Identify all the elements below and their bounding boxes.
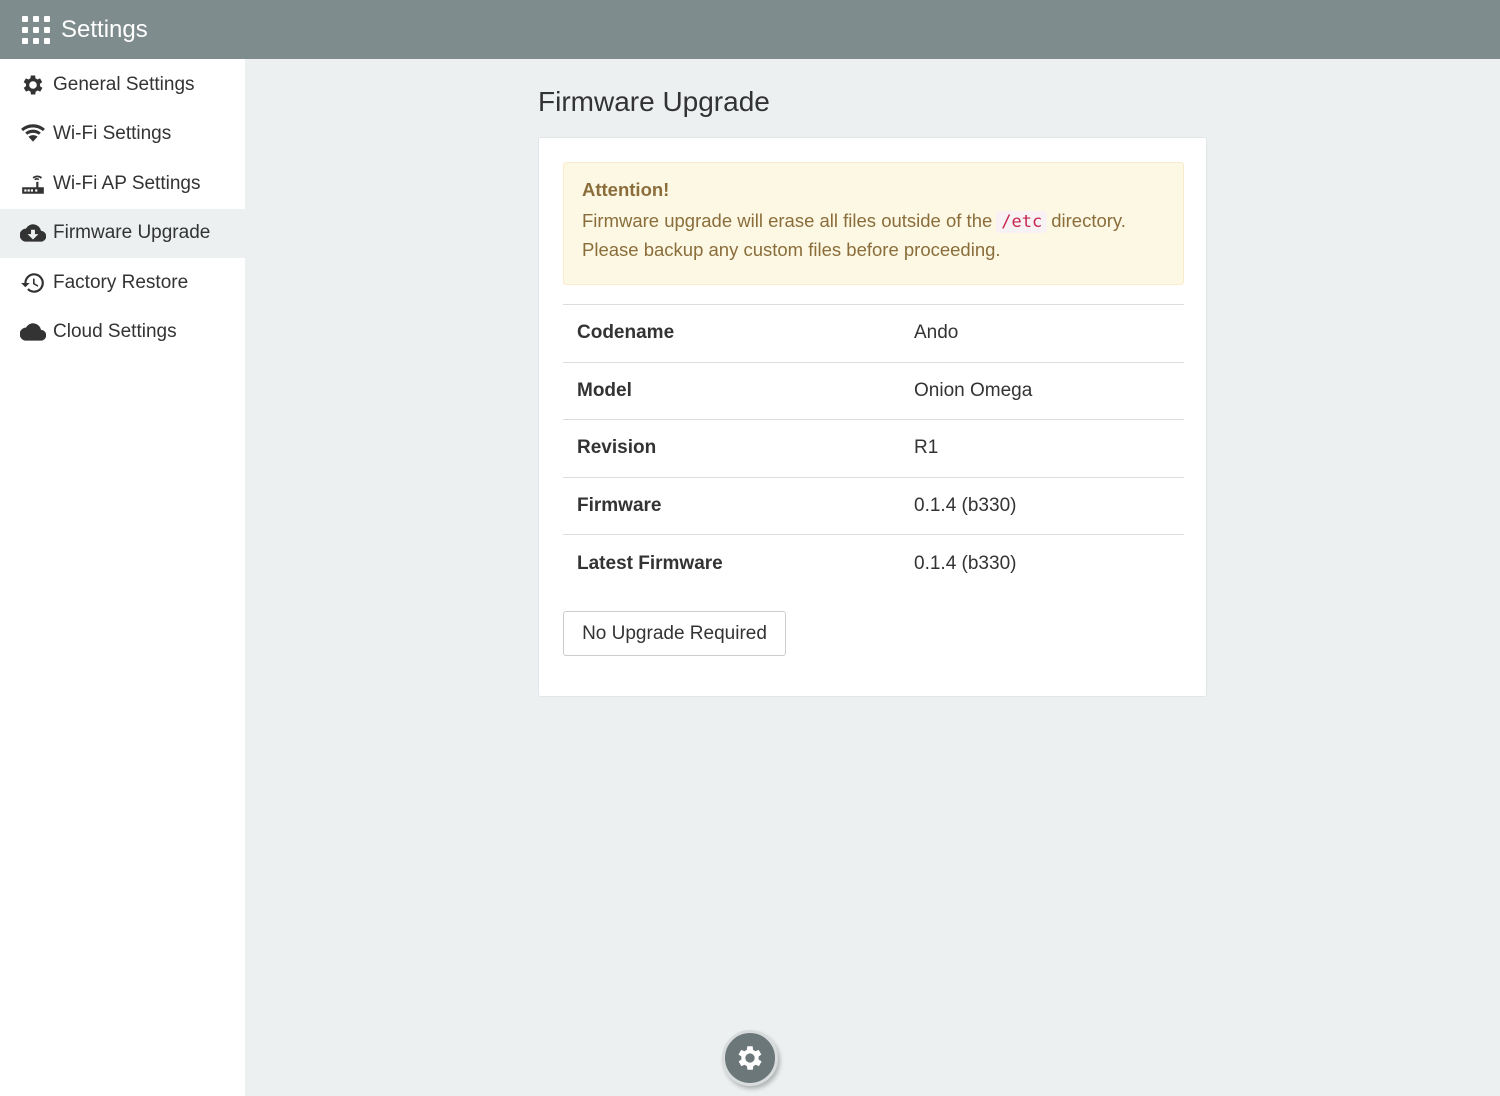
sidebar-item-wifi-ap-settings[interactable]: Wi-Fi AP Settings — [0, 159, 245, 209]
sidebar-item-firmware-upgrade[interactable]: Firmware Upgrade — [0, 208, 245, 258]
info-value: Onion Omega — [914, 379, 1033, 401]
top-bar: Settings — [0, 0, 1500, 59]
table-row: Model Onion Omega — [563, 362, 1184, 420]
info-key: Model — [577, 379, 632, 401]
etc-code: /etc — [996, 211, 1048, 233]
sidebar-item-label: General Settings — [53, 73, 195, 95]
wifi-icon — [19, 120, 47, 148]
firmware-panel: Attention! Firmware upgrade will erase a… — [538, 137, 1207, 697]
sidebar-item-label: Firmware Upgrade — [53, 222, 211, 244]
gear-icon — [738, 1046, 762, 1070]
table-row: Revision R1 — [563, 419, 1184, 478]
settings-fab-button[interactable] — [722, 1030, 778, 1086]
device-info-table: Codename Ando Model Onion Omega Revision… — [563, 304, 1184, 592]
sidebar-item-label: Wi-Fi Settings — [53, 123, 172, 145]
cloud-icon — [19, 318, 47, 346]
page-title: Firmware Upgrade — [538, 86, 770, 117]
table-row: Latest Firmware 0.1.4 (b330) — [563, 534, 1184, 593]
alert-line-1: Firmware upgrade will erase all files ou… — [582, 207, 1165, 236]
info-key: Revision — [577, 437, 657, 459]
alert-text-after: directory. — [1051, 210, 1126, 231]
info-key: Latest Firmware — [577, 552, 723, 574]
gear-icon — [19, 71, 47, 99]
cloud-download-icon — [19, 219, 47, 247]
router-icon — [19, 170, 47, 198]
info-value: R1 — [914, 437, 939, 459]
no-upgrade-required-button[interactable]: No Upgrade Required — [563, 611, 786, 656]
sidebar-item-label: Cloud Settings — [53, 321, 177, 343]
info-value: 0.1.4 (b330) — [914, 494, 1017, 516]
info-key: Firmware — [577, 494, 662, 516]
table-row: Codename Ando — [563, 304, 1184, 363]
sidebar-item-label: Wi-Fi AP Settings — [53, 172, 201, 194]
alert-text: Firmware upgrade will erase all files ou… — [582, 210, 993, 231]
sidebar-item-factory-restore[interactable]: Factory Restore — [0, 258, 245, 308]
grid-menu-icon[interactable] — [22, 15, 50, 44]
sidebar-item-wifi-settings[interactable]: Wi-Fi Settings — [0, 110, 245, 160]
history-icon — [19, 269, 47, 297]
alert-line-2: Please backup any custom files before pr… — [582, 239, 1001, 260]
attention-alert: Attention! Firmware upgrade will erase a… — [563, 162, 1184, 285]
sidebar-item-general-settings[interactable]: General Settings — [0, 60, 245, 110]
sidebar: General Settings Wi-Fi Settings Wi-Fi AP… — [0, 59, 245, 1096]
sidebar-item-cloud-settings[interactable]: Cloud Settings — [0, 308, 245, 358]
table-row: Firmware 0.1.4 (b330) — [563, 477, 1184, 535]
sidebar-item-label: Factory Restore — [53, 271, 189, 293]
info-key: Codename — [577, 322, 675, 344]
app-title: Settings — [61, 15, 148, 43]
info-value: Ando — [914, 322, 959, 344]
alert-title: Attention! — [582, 179, 670, 200]
info-value: 0.1.4 (b330) — [914, 552, 1017, 574]
